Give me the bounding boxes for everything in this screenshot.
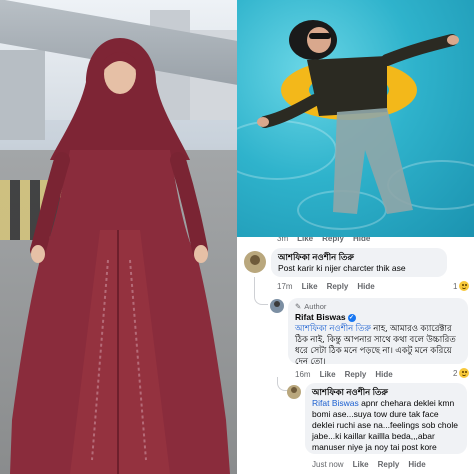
- reaction-count: 2: [453, 368, 458, 378]
- avatar-head: [291, 387, 297, 393]
- avatar[interactable]: [270, 299, 284, 313]
- comment-text: Rifat Biswas apnr chehara deklei kmn bom…: [312, 398, 460, 453]
- like-link[interactable]: Like: [353, 460, 369, 469]
- comment-time: 17m: [277, 282, 293, 291]
- reply-link[interactable]: Reply: [345, 370, 367, 379]
- author-badge-icon: ✎: [295, 302, 302, 311]
- haha-emoji-icon: [459, 368, 470, 378]
- reaction-summary[interactable]: 2: [453, 368, 470, 378]
- comment-text: Post karir ki nijer charcter thik ase: [278, 263, 406, 273]
- photo-woman-in-abaya[interactable]: [0, 0, 237, 474]
- facebook-comments-panel: 3m Like Reply Hide আশফিকা নওশীন তিরু Pos…: [237, 237, 474, 474]
- hide-link[interactable]: Hide: [357, 282, 374, 291]
- comment-author[interactable]: Rifat Biswas: [295, 312, 346, 322]
- verified-badge-icon: ✓: [347, 313, 356, 322]
- comment-time: 3m: [277, 237, 289, 243]
- author-badge: ✎ Author: [295, 302, 461, 312]
- haha-emoji-icon: [459, 281, 470, 291]
- comment-author-row: Rifat Biswas ✓: [295, 312, 461, 323]
- comment-actions: Just now Like Reply Hide: [312, 460, 426, 469]
- avatar[interactable]: [287, 385, 301, 399]
- reaction-summary[interactable]: 1: [453, 281, 470, 291]
- thread-connector: [254, 277, 268, 305]
- comment-bubble: আশফিকা নওশীন তিরু Post karir ki nijer ch…: [271, 248, 447, 277]
- comment-time: Just now: [312, 460, 344, 469]
- woman-floating-figure: [257, 20, 459, 214]
- comment-actions: 16m Like Reply Hide: [295, 370, 393, 379]
- mention-link[interactable]: Rifat Biswas: [312, 398, 359, 408]
- comment-text: আশফিকা নওশীন তিরু নাহ, আমারও ক্যারেক্টার…: [295, 323, 461, 367]
- avatar[interactable]: [244, 251, 266, 273]
- like-link[interactable]: Like: [320, 370, 336, 379]
- hide-link[interactable]: Hide: [353, 237, 370, 245]
- avatar-head: [250, 255, 260, 265]
- reply-link[interactable]: Reply: [322, 237, 344, 245]
- comment-actions: 17m Like Reply Hide: [277, 282, 375, 291]
- hide-link[interactable]: Hide: [375, 370, 392, 379]
- reply-link[interactable]: Reply: [378, 460, 400, 469]
- reply-link[interactable]: Reply: [327, 282, 349, 291]
- photo-woman-in-pool[interactable]: [237, 0, 474, 237]
- like-link[interactable]: Like: [297, 237, 313, 245]
- hide-link[interactable]: Hide: [408, 460, 425, 469]
- comment-author[interactable]: আশফিকা নওশীন তিরু: [312, 387, 460, 398]
- avatar-head: [274, 301, 280, 307]
- mention-link[interactable]: আশফিকা নওশীন তিরু: [295, 323, 371, 333]
- woman-figure: [10, 38, 230, 474]
- comment-author[interactable]: আশফিকা নওশীন তিরু: [278, 252, 440, 263]
- like-link[interactable]: Like: [302, 282, 318, 291]
- previous-comment-meta: 3m Like Reply Hide: [277, 237, 370, 245]
- comment-time: 16m: [295, 370, 311, 379]
- comment-bubble: আশফিকা নওশীন তিরু Rifat Biswas apnr cheh…: [305, 383, 467, 454]
- author-badge-label: Author: [304, 302, 327, 311]
- comment-bubble: ✎ Author Rifat Biswas ✓ আশফিকা নওশীন তিরু…: [288, 298, 468, 367]
- reaction-count: 1: [453, 281, 458, 291]
